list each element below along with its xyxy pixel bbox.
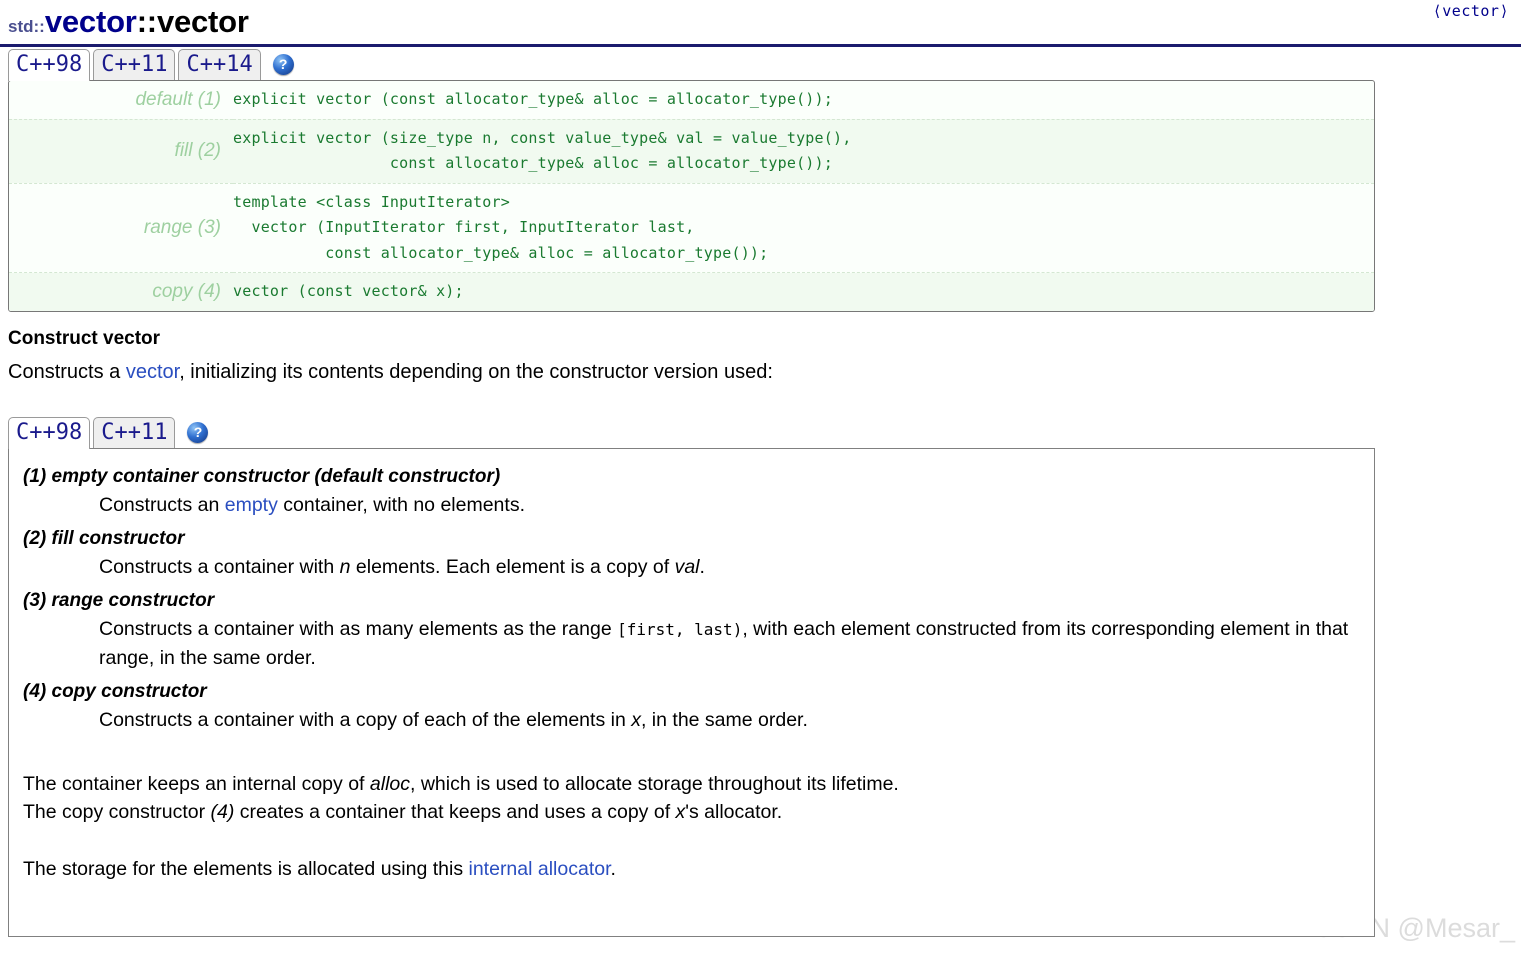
param-x: x bbox=[675, 801, 686, 823]
help-icon[interactable]: ? bbox=[272, 54, 294, 75]
page-title-separator: :: bbox=[136, 4, 157, 39]
section-title: Construct vector bbox=[8, 327, 161, 349]
lead-text-before: Constructs a bbox=[8, 360, 126, 383]
text-segment: creates a container that keeps and uses … bbox=[234, 801, 676, 823]
signature-code-copy: vector (const vector& x); bbox=[233, 272, 1374, 311]
signature-code-fill: explicit vector (size_type n, const valu… bbox=[233, 119, 1374, 184]
signature-label-copy: copy (4) bbox=[9, 272, 233, 311]
link-empty[interactable]: empty bbox=[225, 494, 278, 516]
page-title-class: vector bbox=[44, 4, 137, 39]
signature-tabbar: C++98 C++11 C++14 ? bbox=[0, 44, 1521, 81]
tab-cpp98-signature[interactable]: C++98 bbox=[8, 49, 91, 81]
signature-code-default: explicit vector (const allocator_type& a… bbox=[233, 81, 1374, 120]
lead-text-after: , initializing its contents depending on… bbox=[179, 360, 773, 383]
text-after-link: container, with no elements. bbox=[277, 493, 525, 516]
constructor-body-empty: Constructs an empty container, with no e… bbox=[99, 491, 1364, 519]
tab-cpp11-description[interactable]: C++11 bbox=[93, 416, 176, 449]
param-val: val bbox=[674, 555, 700, 578]
text-segment: elements. Each element is a copy of bbox=[350, 555, 675, 578]
link-internal-allocator[interactable]: internal allocator bbox=[469, 858, 611, 880]
text-before-link: Constructs an bbox=[99, 493, 225, 516]
constructor-body-copy: Constructs a container with a copy of ea… bbox=[99, 706, 1364, 734]
param-n: n bbox=[339, 555, 351, 578]
page-title-member: vector bbox=[156, 4, 249, 39]
signature-code-range: template <class InputIterator> vector (I… bbox=[233, 183, 1374, 273]
table-row: default (1) explicit vector (const alloc… bbox=[9, 81, 1374, 120]
page-header: std::vector::vector ⟨vector⟩ bbox=[0, 0, 1521, 44]
signature-table: default (1) explicit vector (const alloc… bbox=[9, 81, 1374, 311]
constructor-entry-fill: (2) fill constructor Constructs a contai… bbox=[19, 525, 1364, 581]
description-panel: (1) empty container constructor (default… bbox=[8, 447, 1375, 937]
description-tabbar: C++98 C++11 ? bbox=[0, 408, 1521, 449]
tab-cpp98-description[interactable]: C++98 bbox=[8, 416, 91, 449]
include-header-label: ⟨vector⟩ bbox=[1432, 2, 1509, 20]
ref-four: (4) bbox=[210, 801, 235, 823]
text-segment: The copy constructor bbox=[23, 801, 211, 823]
signature-label-default: default (1) bbox=[9, 81, 233, 120]
param-x: x bbox=[631, 708, 641, 731]
text-segment: . bbox=[610, 857, 616, 880]
constructor-heading-fill: (2) fill constructor bbox=[23, 527, 185, 549]
constructor-heading-empty: (1) empty container constructor (default… bbox=[23, 465, 501, 487]
text-segment: The storage for the elements is allocate… bbox=[23, 857, 469, 880]
signature-codebox: default (1) explicit vector (const alloc… bbox=[8, 80, 1375, 312]
constructor-body-range: Constructs a container with as many elem… bbox=[99, 615, 1364, 672]
signature-label-range: range (3) bbox=[9, 183, 233, 273]
help-icon[interactable]: ? bbox=[187, 421, 209, 443]
note-allocator-copy: The container keeps an internal copy of … bbox=[23, 770, 1364, 799]
text-segment: , which is used to allocate storage thro… bbox=[410, 772, 899, 795]
tab-cpp14-signature[interactable]: C++14 bbox=[178, 49, 261, 81]
constructor-entry-copy: (4) copy constructor Constructs a contai… bbox=[19, 678, 1364, 734]
constructor-heading-range: (3) range constructor bbox=[23, 589, 215, 611]
text-segment: , in the same order. bbox=[640, 708, 808, 731]
text-segment: 's allocator. bbox=[685, 801, 783, 823]
link-vector[interactable]: vector bbox=[126, 361, 179, 383]
tab-cpp11-signature[interactable]: C++11 bbox=[93, 49, 176, 81]
constructor-heading-copy: (4) copy constructor bbox=[23, 680, 207, 702]
param-alloc: alloc bbox=[369, 772, 410, 795]
text-segment: Constructs a container with bbox=[99, 555, 340, 578]
text-segment: Constructs a container with a copy of ea… bbox=[99, 708, 632, 731]
table-row: copy (4) vector (const vector& x); bbox=[9, 272, 1374, 311]
constructor-body-fill: Constructs a container with n elements. … bbox=[99, 553, 1364, 581]
range-literal: [first, last) bbox=[617, 619, 743, 639]
text-segment: . bbox=[699, 555, 705, 578]
note-copy-constructor: The copy constructor (4) creates a conta… bbox=[23, 798, 1364, 827]
page-title-namespace: std:: bbox=[8, 17, 45, 36]
constructor-entry-range: (3) range constructor Constructs a conta… bbox=[19, 587, 1364, 672]
constructor-entry-empty: (1) empty container constructor (default… bbox=[19, 463, 1364, 519]
section-lead: Constructs a vector, initializing its co… bbox=[8, 358, 1521, 386]
signature-label-fill: fill (2) bbox=[9, 119, 233, 184]
table-row: fill (2) explicit vector (size_type n, c… bbox=[9, 119, 1374, 184]
page-title: std::vector::vector bbox=[8, 2, 1511, 47]
text-segment: The container keeps an internal copy of bbox=[23, 772, 370, 795]
note-storage-allocation: The storage for the elements is allocate… bbox=[23, 855, 1364, 884]
text-segment: Constructs a container with as many elem… bbox=[99, 617, 618, 640]
table-row: range (3) template <class InputIterator>… bbox=[9, 183, 1374, 273]
